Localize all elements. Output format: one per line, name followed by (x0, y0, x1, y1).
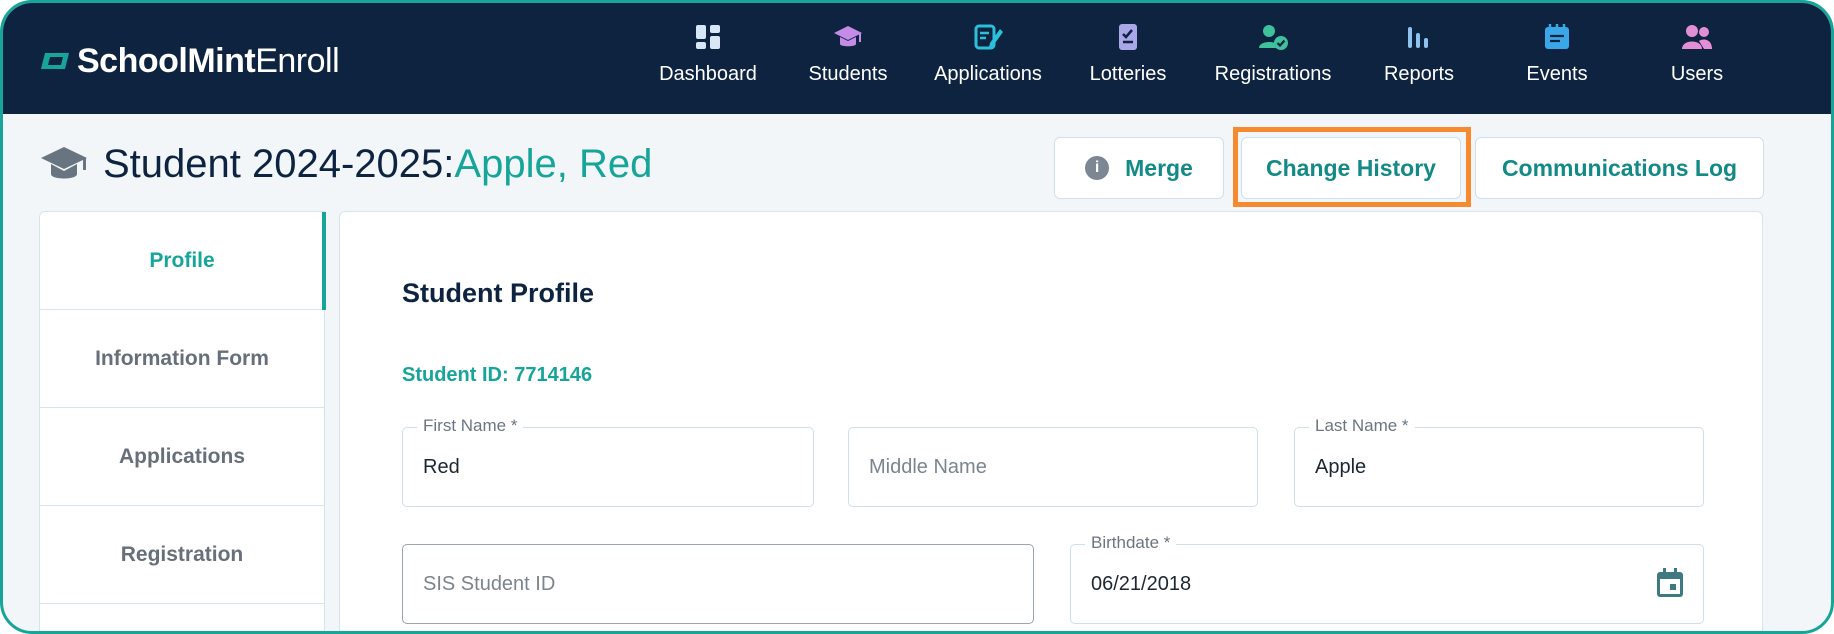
events-notepad-icon (1545, 24, 1569, 49)
communications-log-button[interactable]: Communications Log (1475, 137, 1764, 199)
merge-button-label: Merge (1125, 154, 1193, 181)
side-tab-applications[interactable]: Applications (40, 408, 324, 506)
nav-registrations[interactable]: Registrations (1203, 21, 1343, 101)
first-name-value: Red (423, 456, 460, 478)
nav-dashboard[interactable]: Dashboard (638, 21, 778, 101)
nav-applications[interactable]: Applications (918, 21, 1058, 101)
reports-bars-icon (1408, 27, 1428, 48)
registration-user-check-icon (1259, 25, 1288, 50)
section-heading: Student Profile (402, 278, 595, 308)
nav-label-reports: Reports (1383, 63, 1455, 85)
middle-name-placeholder: Middle Name (869, 456, 987, 478)
sis-student-id-field[interactable]: SIS Student ID (402, 544, 1034, 624)
active-tab-indicator (322, 212, 326, 310)
nav-students[interactable]: Students (778, 21, 918, 101)
student-id-label: Student ID: 7714146 (402, 364, 593, 386)
first-name-field[interactable]: First Name * Red (402, 416, 814, 507)
side-tab-profile[interactable]: Profile (40, 212, 326, 310)
top-nav-bar: SchoolMintEnroll Dashboard Students Appl… (3, 3, 1831, 114)
info-icon: i (1085, 156, 1110, 180)
calendar-icon[interactable] (1655, 567, 1685, 599)
page-title: Student 2024-2025:Apple, Red (103, 142, 652, 187)
side-tab-label: Applications (118, 444, 245, 468)
page-header: Student 2024-2025:Apple, Red (39, 139, 652, 189)
change-history-button-label: Change History (1266, 154, 1436, 181)
change-history-button[interactable]: Change History (1241, 137, 1461, 199)
nav-label-applications: Applications (934, 63, 1042, 85)
nav-label-dashboard: Dashboard (659, 63, 757, 85)
student-name: Apple, Red (454, 141, 653, 186)
nav-label-users: Users (1670, 63, 1724, 85)
student-graduation-cap-icon (41, 147, 87, 179)
side-tab-label: Registration (120, 542, 244, 566)
last-name-value: Apple (1315, 456, 1367, 478)
merge-button[interactable]: i Merge (1054, 137, 1224, 199)
users-icon (1682, 25, 1712, 49)
nav-label-registrations: Registrations (1214, 63, 1332, 85)
profile-side-menu: Profile Information Form Applications Re… (39, 211, 326, 631)
side-tab-registration[interactable]: Registration (40, 506, 324, 604)
main-nav: Dashboard Students Applications Lotterie… (3, 3, 1831, 114)
lottery-ticket-icon (1119, 24, 1137, 50)
app-window: SchoolMintEnroll Dashboard Students Appl… (0, 0, 1834, 634)
nav-lotteries[interactable]: Lotteries (1058, 21, 1198, 101)
application-edit-icon (974, 24, 1003, 50)
nav-label-events: Events (1526, 63, 1588, 85)
birthdate-value: 06/21/2018 (1091, 573, 1192, 595)
nav-reports[interactable]: Reports (1349, 21, 1489, 101)
dashboard-icon (696, 25, 720, 49)
birthdate-field[interactable]: Birthdate * 06/21/2018 (1070, 533, 1704, 624)
birthdate-label: Birthdate * (1085, 533, 1177, 553)
side-tab-information-form[interactable]: Information Form (40, 310, 324, 408)
side-tab-label: Profile (149, 248, 215, 272)
graduation-cap-icon (834, 26, 862, 47)
communications-log-button-label: Communications Log (1501, 154, 1738, 181)
last-name-label: Last Name * (1309, 416, 1415, 436)
middle-name-field[interactable]: Middle Name (848, 427, 1258, 507)
side-tab-label: Information Form (95, 346, 269, 370)
last-name-field[interactable]: Last Name * Apple (1294, 416, 1704, 507)
student-profile-card: Student Profile Student ID: 7714146 Firs… (339, 211, 1763, 631)
sis-student-id-placeholder: SIS Student ID (423, 573, 556, 595)
nav-label-students: Students (808, 63, 888, 85)
nav-events[interactable]: Events (1487, 21, 1627, 101)
first-name-label: First Name * (417, 416, 524, 436)
nav-label-lotteries: Lotteries (1089, 63, 1167, 85)
page-title-prefix: Student 2024-2025: (103, 141, 455, 186)
nav-users[interactable]: Users (1627, 21, 1767, 101)
